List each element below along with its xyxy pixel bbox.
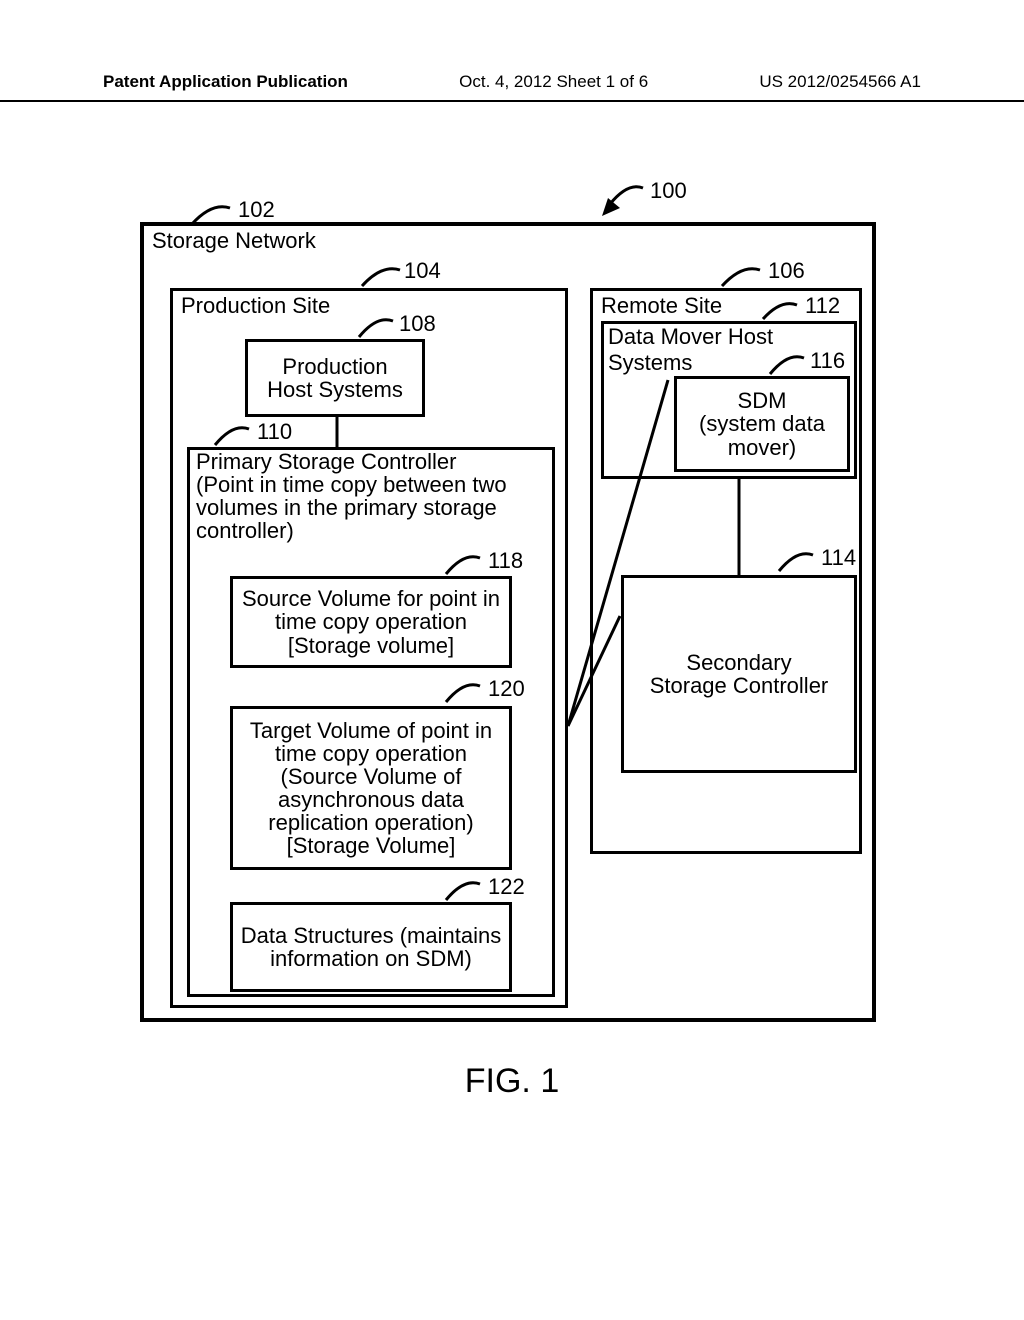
storage-network-title: Storage Network [152, 228, 316, 254]
source-volume-label: Source Volume for point in time copy ope… [239, 587, 503, 656]
primary-storage-controller-box: Primary Storage Controller (Point in tim… [187, 447, 555, 997]
ref-116: 116 [810, 348, 845, 374]
production-host-label: Production Host Systems [267, 355, 403, 401]
ref-122: 122 [488, 874, 525, 900]
production-site-title: Production Site [181, 293, 330, 319]
data-structures-box: Data Structures (maintains information o… [230, 902, 512, 992]
target-volume-box: Target Volume of point in time copy oper… [230, 706, 512, 870]
figure-area: 100 102 Storage Network 104 106 Producti… [0, 102, 1024, 1304]
lead-114 [771, 547, 826, 577]
ref-112: 112 [805, 293, 840, 319]
target-volume-label: Target Volume of point in time copy oper… [239, 719, 503, 858]
remote-site-title: Remote Site [601, 293, 722, 319]
line-dmhost-to-secctrl [737, 479, 741, 575]
ref-120: 120 [488, 676, 525, 702]
storage-network-box: Storage Network 104 106 Production Site … [140, 222, 876, 1022]
lead-120 [438, 678, 493, 708]
ref-114: 114 [821, 545, 856, 571]
production-site-box: Production Site 108 Production Host Syst… [170, 288, 568, 1008]
source-volume-box: Source Volume for point in time copy ope… [230, 576, 512, 668]
header-center: Oct. 4, 2012 Sheet 1 of 6 [459, 72, 648, 92]
production-host-box: Production Host Systems [245, 339, 425, 417]
line-prodhost-to-primary [335, 417, 339, 447]
line-target-to-secondary [568, 616, 620, 726]
ref-100: 100 [650, 178, 687, 204]
lead-100 [588, 176, 658, 226]
sdm-box: SDM (system data mover) [674, 376, 850, 472]
ref-108: 108 [399, 311, 436, 337]
ref-106: 106 [768, 258, 805, 284]
header-right: US 2012/0254566 A1 [759, 72, 921, 92]
ref-102: 102 [238, 197, 275, 223]
figure-caption: FIG. 1 [0, 1062, 1024, 1101]
ref-110: 110 [257, 419, 292, 445]
page-header: Patent Application Publication Oct. 4, 2… [0, 0, 1024, 102]
sdm-label: SDM (system data mover) [699, 389, 825, 458]
secondary-controller-label: Secondary Storage Controller [650, 651, 829, 697]
ref-104: 104 [404, 258, 441, 284]
primary-controller-title: Primary Storage Controller (Point in tim… [196, 450, 552, 542]
data-structures-label: Data Structures (maintains information o… [239, 924, 503, 970]
header-left: Patent Application Publication [103, 72, 348, 92]
ref-118: 118 [488, 548, 523, 574]
